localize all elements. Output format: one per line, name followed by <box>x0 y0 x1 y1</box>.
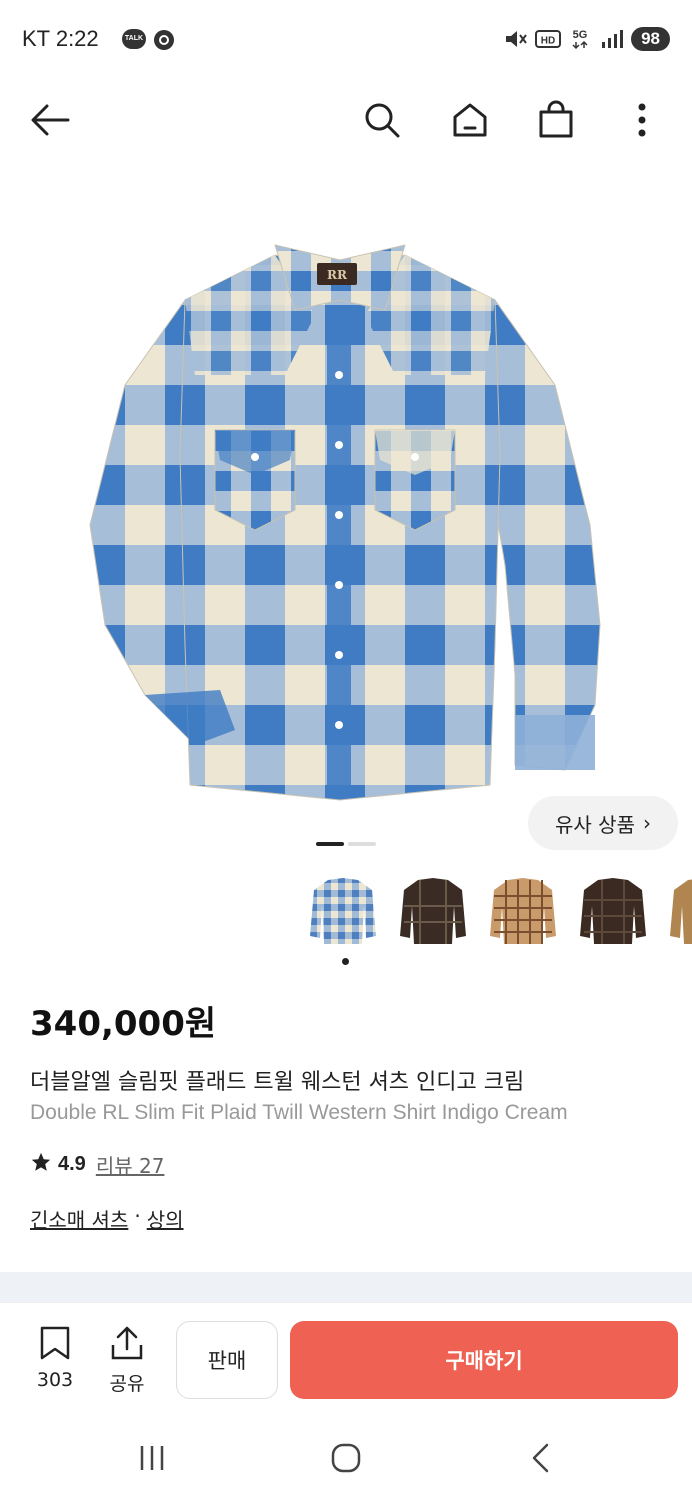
rating-score: 4.9 <box>58 1153 86 1175</box>
signal-icon <box>599 26 625 52</box>
home-icon[interactable] <box>448 98 492 142</box>
chevron-right-icon: › <box>642 811 651 835</box>
thumbnail-black-brown[interactable] <box>580 870 646 952</box>
talk-icon: TALK <box>122 29 146 49</box>
category-separator: · <box>134 1204 141 1228</box>
svg-text:HD: HD <box>541 36 555 47</box>
shopping-bag-icon[interactable] <box>534 98 578 142</box>
thumbnail-tan-partial[interactable] <box>670 870 692 952</box>
similar-products-button[interactable]: 유사 상품 › <box>528 796 678 850</box>
pager-indicator-active <box>316 842 344 846</box>
svg-text:5G: 5G <box>573 29 588 41</box>
thumbnail-indigo-cream[interactable] <box>310 870 376 952</box>
share-icon <box>110 1325 144 1365</box>
sell-button[interactable]: 판매 <box>176 1321 278 1399</box>
similar-products-label: 유사 상품 <box>555 812 635 837</box>
category-link-tops[interactable]: 상의 <box>147 1204 184 1233</box>
at-sign-icon <box>152 28 176 52</box>
color-thumbnails <box>310 870 692 952</box>
product-price: 340,000원 <box>30 1004 217 1044</box>
search-icon[interactable] <box>360 98 404 142</box>
wishlist-count: 303 <box>36 1369 74 1391</box>
star-icon <box>30 1151 52 1178</box>
share-label: 공유 <box>109 1373 145 1395</box>
battery-icon: 98 <box>631 27 670 51</box>
mute-icon <box>503 26 529 52</box>
bottom-action-bar: 303 공유 판매 구매하기 <box>0 1302 692 1414</box>
reviews-link[interactable]: 리뷰 27 <box>96 1150 165 1179</box>
product-image[interactable]: RR <box>85 225 610 805</box>
recent-apps-icon[interactable] <box>130 1438 174 1478</box>
wishlist-button[interactable]: 303 <box>25 1325 85 1391</box>
image-pager <box>316 842 376 846</box>
system-nav-bar <box>0 1414 692 1500</box>
5g-icon: 5G <box>567 26 593 52</box>
app-header <box>0 84 692 154</box>
thumbnail-selected-dot <box>342 958 349 965</box>
home-nav-icon[interactable] <box>324 1438 368 1478</box>
back-nav-icon[interactable] <box>518 1438 562 1478</box>
product-title-korean: 더블알엘 슬림핏 플래드 트윌 웨스턴 셔츠 인디고 크림 <box>30 1070 525 1095</box>
svg-text:RR: RR <box>327 268 348 282</box>
product-title-english: Double RL Slim Fit Plaid Twill Western S… <box>30 1101 568 1124</box>
thumbnail-tan-plaid[interactable] <box>490 870 556 952</box>
bookmark-icon <box>39 1325 71 1365</box>
pager-indicator <box>348 842 376 846</box>
back-arrow-icon[interactable] <box>28 98 72 142</box>
buy-button[interactable]: 구매하기 <box>290 1321 678 1399</box>
rating-row: 4.9 리뷰 27 <box>30 1150 164 1179</box>
category-breadcrumb: 긴소매 셔츠 · 상의 <box>30 1204 184 1233</box>
more-vertical-icon[interactable] <box>620 98 664 142</box>
thumbnail-dark-brown[interactable] <box>400 870 466 952</box>
hd-icon: HD <box>535 26 562 52</box>
share-button[interactable]: 공유 <box>97 1325 157 1396</box>
category-link-long-sleeve-shirt[interactable]: 긴소매 셔츠 <box>30 1204 128 1233</box>
carrier-time: KT 2:22 <box>22 26 99 51</box>
status-bar: KT 2:22 TALK HD 5G 98 <box>0 0 692 80</box>
